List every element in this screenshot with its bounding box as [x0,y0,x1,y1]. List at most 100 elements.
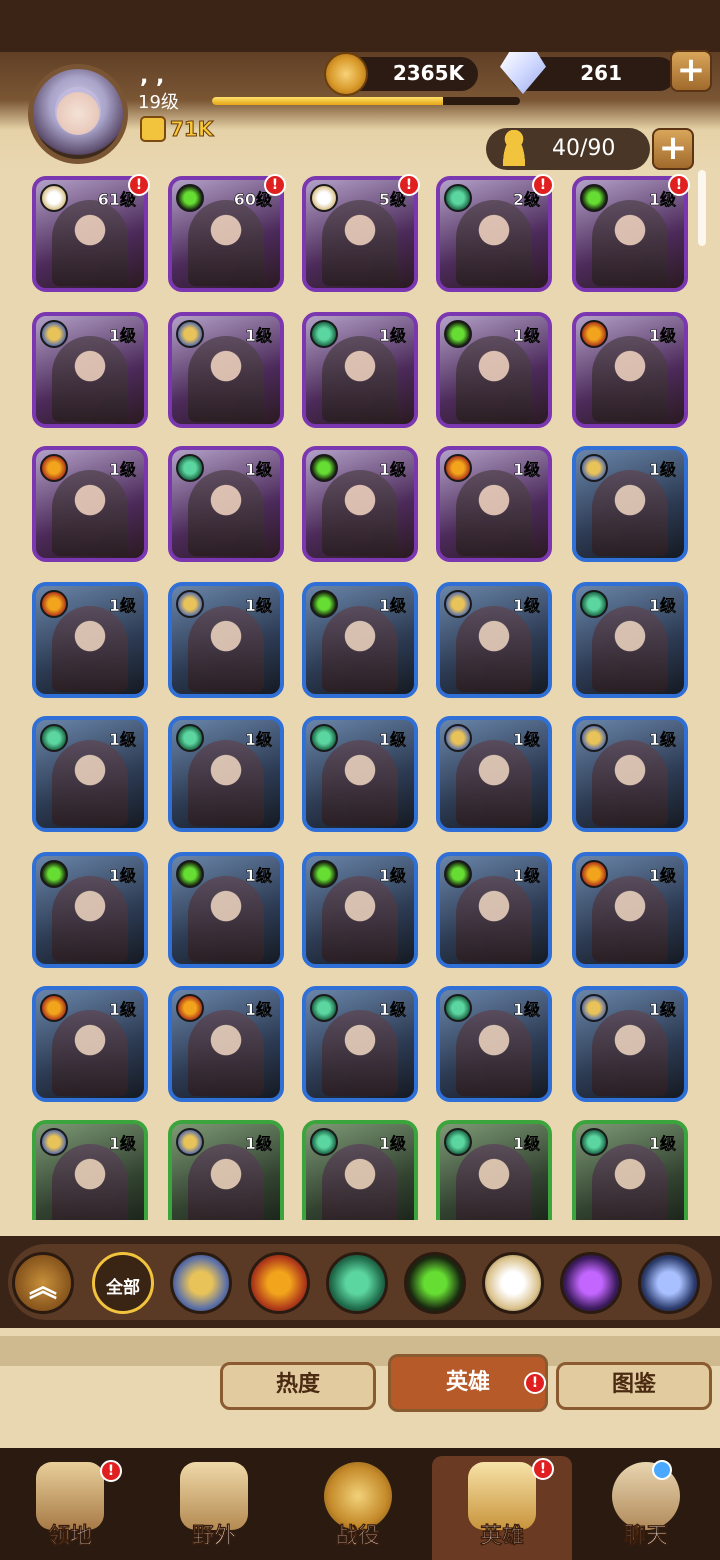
hero-portrait [456,470,532,556]
wilder-faction-icon [580,590,608,618]
graveborn-faction-icon [580,184,608,212]
hero-card[interactable]: 1级 [168,1120,284,1220]
player-name: , , [140,64,165,89]
filter-graveborn-button[interactable] [404,1252,466,1314]
hero-card[interactable]: 60级! [168,174,286,292]
hero-card[interactable]: 5级! [302,174,420,292]
hero-level: 1级 [244,730,273,750]
hero-card[interactable]: 1级 [168,582,284,698]
hero-card[interactable]: 1级 [168,852,284,968]
hero-portrait [322,740,398,826]
hero-card[interactable]: 1级 [572,312,688,428]
filter-wilder-button[interactable] [326,1252,388,1314]
hero-level: 1级 [378,460,407,480]
hero-level: 1级 [512,1134,541,1154]
hero-card[interactable]: 2级! [436,174,554,292]
filter-hypogean-button[interactable] [560,1252,622,1314]
hero-card[interactable]: 1级 [572,986,688,1102]
hero-card[interactable]: 61级! [32,174,150,292]
hero-card[interactable]: 1级 [572,852,688,968]
hero-card[interactable]: 1级 [302,446,418,562]
person-icon [500,130,528,166]
nav-campaign[interactable]: 战役 [288,1456,428,1560]
hero-portrait [52,200,128,286]
hero-alert-badge: ! [532,174,554,196]
hero-level: 1级 [512,596,541,616]
hero-level: 1级 [108,730,137,750]
collapse-filter-button[interactable]: ︽ [12,1252,74,1314]
hero-card[interactable]: 1级 [32,986,148,1102]
hero-card[interactable]: 1级 [168,986,284,1102]
filter-lightbearer-button[interactable] [170,1252,232,1314]
hero-card[interactable]: 1级 [302,986,418,1102]
hero-card[interactable]: 1级 [302,1120,418,1220]
graveborn-faction-icon [310,590,338,618]
tab-popularity[interactable]: 热度 [220,1362,376,1410]
hero-card[interactable]: 1级 [572,716,688,832]
hero-level: 1级 [108,326,137,346]
hero-alert-badge: ! [398,174,420,196]
hero-card[interactable]: 1级 [436,986,552,1102]
hero-card[interactable]: 1级 [32,852,148,968]
hero-portrait [456,200,532,286]
hero-portrait [456,1144,532,1220]
filter-all-button[interactable]: 全部 [92,1252,154,1314]
hero-portrait [592,740,668,826]
add-gems-button[interactable]: + [670,50,712,92]
nav-chat[interactable]: 聊天 [576,1456,716,1560]
hero-card[interactable]: 1级 [302,852,418,968]
lightbearer-faction-icon [444,724,472,752]
hero-card[interactable]: 1级 [302,312,418,428]
hero-portrait [592,200,668,286]
combat-power: 71K [140,116,214,142]
hero-card[interactable]: 1级 [32,582,148,698]
filter-dimensional-button[interactable] [638,1252,700,1314]
hero-portrait [188,606,264,692]
filter-maulers-button[interactable] [248,1252,310,1314]
hero-portrait [322,1010,398,1096]
chevron-up-icon: ︽ [28,1270,57,1303]
hero-portrait [188,470,264,556]
hero-level: 1级 [108,596,137,616]
hero-card[interactable]: 1级 [302,582,418,698]
hero-card[interactable]: 1级 [436,446,552,562]
hero-level: 1级 [378,730,407,750]
hero-card[interactable]: 1级 [436,852,552,968]
nav-wild[interactable]: 野外 [144,1456,284,1560]
hero-card[interactable]: 1级 [32,446,148,562]
hero-card[interactable]: 1级 [168,446,284,562]
hero-card[interactable]: 1级 [572,582,688,698]
hero-card[interactable]: 1级 [168,312,284,428]
hero-portrait [322,606,398,692]
expand-capacity-button[interactable]: + [652,128,694,170]
nav-territory-alert: ! [100,1460,122,1482]
avatar-portrait [55,87,101,135]
scrollbar[interactable] [698,170,706,246]
player-avatar[interactable] [28,64,128,164]
hero-card[interactable]: 1级 [32,312,148,428]
hero-card[interactable]: 1级 [32,716,148,832]
hero-portrait [52,1010,128,1096]
fist-icon [140,116,166,142]
hero-level: 1级 [378,1134,407,1154]
xp-bar [212,97,520,105]
hero-card[interactable]: 1级! [572,174,690,292]
filter-celestial-button[interactable] [482,1252,544,1314]
hero-card[interactable]: 1级 [436,1120,552,1220]
hero-card[interactable]: 1级 [572,446,688,562]
nav-chat-label: 聊天 [623,1524,669,1550]
hero-portrait [52,470,128,556]
hero-card[interactable]: 1级 [572,1120,688,1220]
graveborn-faction-icon [444,860,472,888]
hero-portrait [456,336,532,422]
tab-codex[interactable]: 图鉴 [556,1362,712,1410]
hero-card[interactable]: 1级 [168,716,284,832]
lightbearer-faction-icon [176,1128,204,1156]
hero-card[interactable]: 1级 [302,716,418,832]
hero-portrait [592,470,668,556]
hero-card[interactable]: 1级 [32,1120,148,1220]
hero-portrait [188,200,264,286]
hero-card[interactable]: 1级 [436,716,552,832]
hero-card[interactable]: 1级 [436,582,552,698]
hero-card[interactable]: 1级 [436,312,552,428]
